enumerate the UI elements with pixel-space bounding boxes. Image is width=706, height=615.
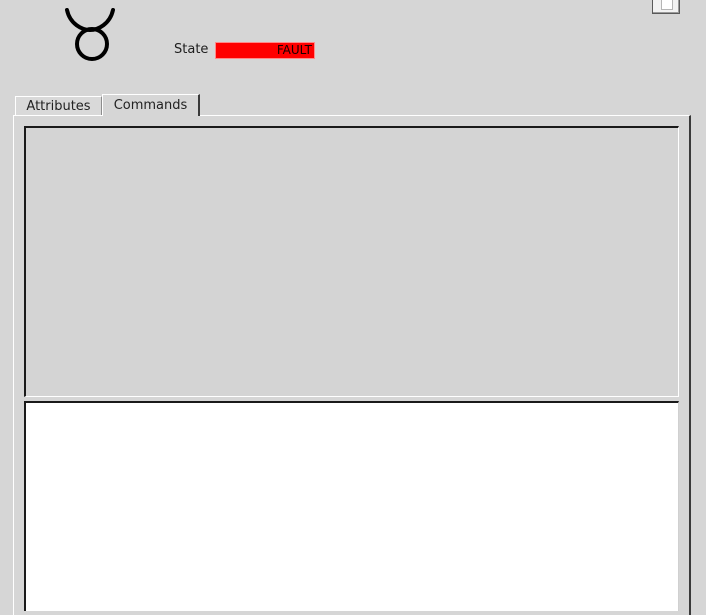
state-value-text: FAULT: [276, 43, 312, 57]
command-output-area[interactable]: [24, 401, 679, 611]
taurus-icon: [64, 8, 116, 61]
corner-button[interactable]: [652, 0, 680, 14]
command-list-area[interactable]: [24, 126, 679, 397]
tab-attributes[interactable]: Attributes: [15, 96, 102, 116]
tab-commands[interactable]: Commands: [102, 94, 200, 116]
state-value: FAULT: [215, 42, 315, 59]
state-label: State: [174, 42, 209, 57]
corner-button-knob: [661, 0, 673, 10]
taurus-ring: [75, 27, 109, 61]
